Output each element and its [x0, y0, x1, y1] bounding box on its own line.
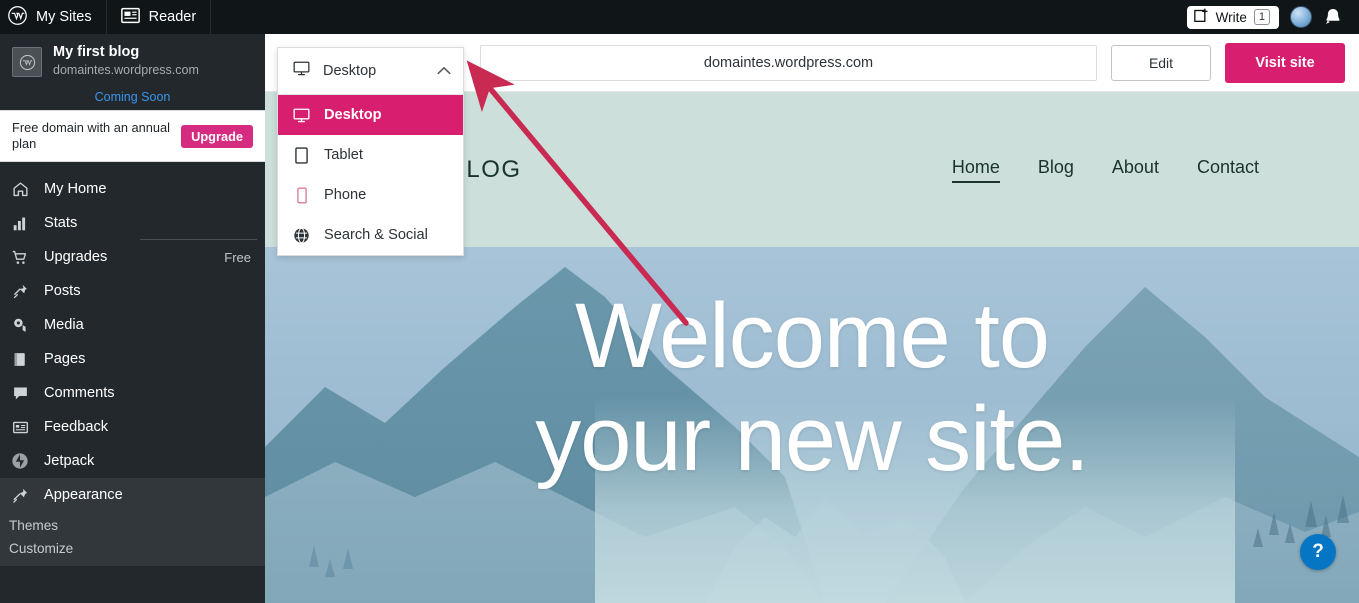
device-option-label: Tablet: [324, 147, 363, 163]
sidebar-item-posts[interactable]: Posts: [0, 274, 265, 308]
sidebar-item-label: Appearance: [44, 487, 123, 503]
sidebar-item-media[interactable]: Media: [0, 308, 265, 342]
site-nav-blog[interactable]: Blog: [1038, 157, 1074, 178]
tablet-icon: [293, 146, 310, 164]
help-question-icon[interactable]: ?: [1300, 534, 1336, 570]
device-option-tablet[interactable]: Tablet: [278, 135, 463, 175]
upsell-banner: Free domain with an annual plan Upgrade: [0, 110, 265, 162]
sidebar-subitem-themes[interactable]: Themes: [0, 514, 265, 537]
globe-icon: [293, 227, 310, 244]
masterbar-spacer: [211, 0, 1186, 34]
sidebar-item-label: Pages: [44, 351, 86, 367]
hero-mountain-illustration: [265, 247, 1359, 603]
device-option-search-social[interactable]: Search & Social: [278, 215, 463, 255]
jetpack-icon: [9, 452, 31, 470]
avatar[interactable]: [1290, 6, 1312, 28]
masterbar-right-group: Write 1: [1186, 0, 1359, 34]
device-option-label: Desktop: [324, 107, 382, 123]
site-url: domaintes.wordpress.com: [53, 63, 199, 77]
reader-icon: [120, 7, 140, 28]
sidebar-item-upgrades[interactable]: Upgrades Free: [0, 240, 265, 274]
write-pencil-icon: [1193, 8, 1209, 26]
appearance-submenu: Themes Customize: [0, 512, 265, 566]
write-button-label: Write: [1215, 9, 1247, 25]
wordpress-logo-icon: [8, 5, 27, 29]
device-option-desktop[interactable]: Desktop: [278, 95, 463, 135]
sidebar-item-label: Media: [44, 317, 84, 333]
pages-book-icon: [9, 351, 31, 368]
masterbar-my-sites-label: My Sites: [36, 9, 92, 25]
monitor-icon: [293, 108, 310, 123]
sidebar-item-label: Upgrades: [44, 249, 108, 265]
sidebar-item-label: Feedback: [44, 419, 109, 435]
masterbar: My Sites Reader Write 1: [0, 0, 1359, 34]
masterbar-reader[interactable]: Reader: [107, 0, 212, 34]
write-button[interactable]: Write 1: [1186, 5, 1279, 29]
site-meta: My first blog domaintes.wordpress.com: [53, 44, 251, 79]
device-option-label: Phone: [324, 187, 367, 203]
sidebar-item-label: Jetpack: [44, 453, 95, 469]
sidebar-subitem-customize[interactable]: Customize: [0, 537, 265, 560]
sidebar-item-label: Posts: [44, 283, 81, 299]
monitor-icon: [293, 61, 310, 81]
masterbar-my-sites[interactable]: My Sites: [0, 0, 107, 34]
site-title: My first blog: [53, 44, 140, 60]
visit-site-button[interactable]: Visit site: [1225, 42, 1345, 83]
site-url-display[interactable]: domaintes.wordpress.com: [480, 44, 1097, 81]
sidebar-item-feedback[interactable]: Feedback: [0, 410, 265, 444]
comment-icon: [9, 385, 31, 402]
device-dropdown-value: Desktop: [323, 63, 377, 79]
site-nav-contact[interactable]: Contact: [1197, 157, 1259, 178]
site-thumbnail-icon: [12, 47, 42, 77]
feedback-icon: [9, 419, 31, 436]
phone-icon: [293, 187, 310, 204]
appearance-brush-icon: [9, 487, 31, 504]
upgrade-button[interactable]: Upgrade: [181, 124, 253, 148]
device-dropdown-toggle[interactable]: Desktop: [278, 48, 463, 95]
sidebar-item-my-home[interactable]: My Home: [0, 172, 265, 206]
site-nav-about[interactable]: About: [1112, 157, 1159, 178]
write-count-badge: 1: [1253, 9, 1270, 25]
sidebar-item-badge: Free: [224, 249, 251, 265]
sidebar-item-label: My Home: [44, 181, 107, 197]
wordpress-admin-screen: My Sites Reader Write 1 My first blog do…: [0, 0, 1359, 603]
sidebar-item-appearance[interactable]: Appearance: [0, 478, 265, 512]
sidebar-item-comments[interactable]: Comments: [0, 376, 265, 410]
cart-icon: [9, 249, 31, 266]
edit-button[interactable]: Edit: [1111, 44, 1211, 81]
coming-soon-link[interactable]: Coming Soon: [0, 90, 265, 104]
notifications-bell-icon[interactable]: [1323, 7, 1343, 27]
site-card[interactable]: My first blog domaintes.wordpress.com: [0, 34, 265, 85]
sidebar-item-jetpack[interactable]: Jetpack: [0, 444, 265, 478]
sidebar-item-pages[interactable]: Pages: [0, 342, 265, 376]
upsell-text: Free domain with an annual plan: [12, 120, 170, 151]
device-dropdown-list: Desktop Tablet Phone Search & Social: [278, 95, 463, 255]
stats-bar-icon: [9, 215, 31, 232]
hero-section: Welcome to your new site.: [265, 247, 1359, 603]
device-dropdown: Desktop Desktop Tablet Phone Search & So…: [277, 47, 464, 256]
sidebar-item-label: Stats: [44, 215, 78, 231]
sidebar: My first blog domaintes.wordpress.com Co…: [0, 34, 265, 603]
sidebar-nav: My Home Stats Upgrades Free Posts Media …: [0, 162, 265, 566]
chevron-up-icon: [437, 62, 451, 80]
sidebar-item-stats[interactable]: Stats: [0, 206, 265, 240]
device-option-phone[interactable]: Phone: [278, 175, 463, 215]
pushpin-icon: [9, 283, 31, 300]
home-icon: [9, 181, 31, 198]
device-option-label: Search & Social: [324, 227, 428, 243]
site-nav-home[interactable]: Home: [951, 157, 1000, 183]
sidebar-item-label: Comments: [44, 385, 115, 401]
media-icon: [9, 317, 31, 334]
masterbar-reader-label: Reader: [148, 9, 197, 25]
site-navigation: Home Blog About Contact: [951, 157, 1279, 183]
